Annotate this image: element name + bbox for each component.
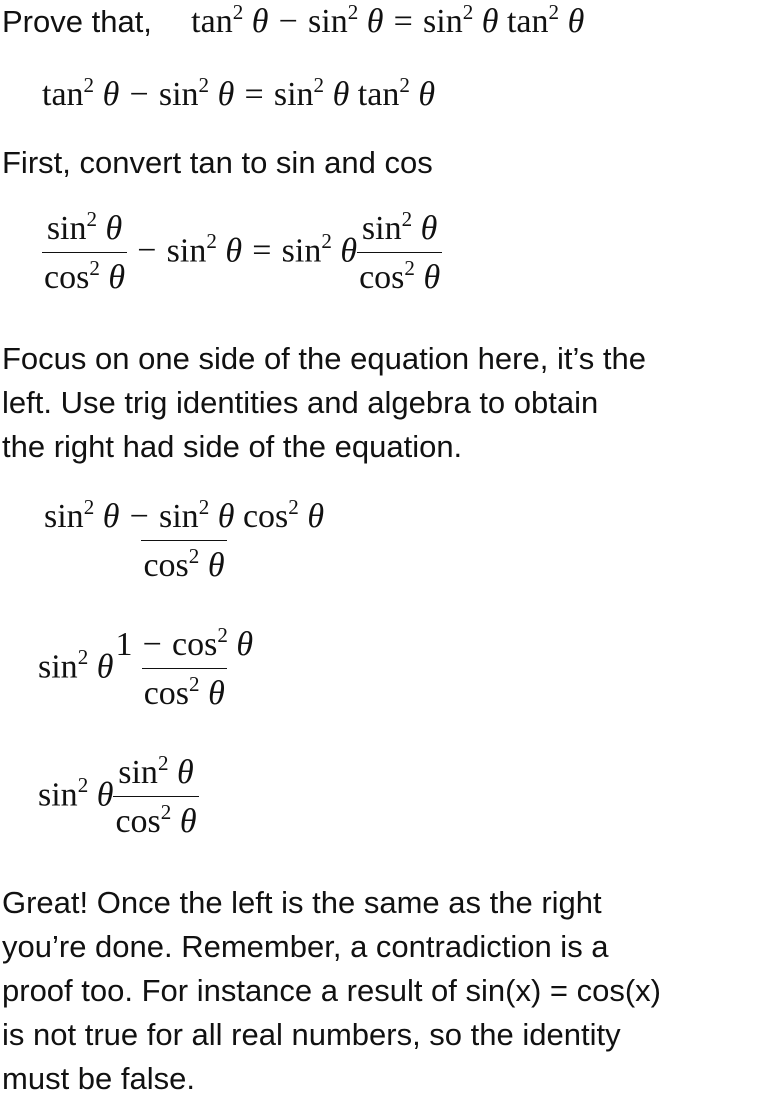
prove-statement: Prove that, tan2 θ − sin2 θ = sin2 θ tan2 θ: [2, 0, 584, 44]
conclusion-line-1: Great! Once the left is the same as the …: [2, 885, 602, 920]
fraction-one-minus-cos2: 1− cos2 θ cos2 θ: [115, 622, 254, 712]
fraction-sin2-over-cos2-final: sin2 θ cos2 θ: [113, 750, 199, 840]
converted-equation: sin2 θ cos2 θ − sin2 θ = sin2 θ sin2 θ cos2 θ: [42, 206, 443, 296]
fraction-combined: sin2 θ − sin2 θ cos2 θ cos2 θ: [44, 494, 325, 584]
step-factored: sin2 θ 1− cos2 θ cos2 θ: [38, 622, 254, 712]
focus-paragraph: Focus on one side of the equation here, …: [2, 337, 646, 469]
conclusion-line-2: you’re done. Remember, a contradiction i…: [2, 929, 609, 964]
focus-line-2: left. Use trig identities and algebra to…: [2, 385, 599, 420]
conclusion-paragraph: Great! Once the left is the same as the …: [2, 881, 661, 1101]
conclusion-line-5: must be false.: [2, 1061, 195, 1096]
conclusion-line-3: proof too. For instance a result of sin(…: [2, 973, 662, 1008]
instruction-convert: First, convert tan to sin and cos: [2, 145, 433, 180]
step-final: sin2 θ sin2 θ cos2 θ: [38, 750, 199, 840]
focus-line-1: Focus on one side of the equation here, …: [2, 341, 646, 376]
fraction-sin2-over-cos2: sin2 θ cos2 θ: [42, 206, 128, 296]
focus-line-3: the right had side of the equation.: [2, 429, 463, 464]
identity-equation: tan2 θ − sin2 θ = sin2 θ tan2 θ: [42, 72, 436, 113]
conclusion-line-4: is not true for all real numbers, so the…: [2, 1017, 621, 1052]
step-combined-fraction: sin2 θ − sin2 θ cos2 θ cos2 θ: [42, 494, 326, 584]
prove-label: Prove that,: [2, 4, 152, 39]
identity-statement: tan2 θ − sin2 θ = sin2 θ tan2 θ: [191, 0, 585, 40]
fraction-sin2-over-cos2-right: sin2 θ cos2 θ: [357, 206, 443, 296]
